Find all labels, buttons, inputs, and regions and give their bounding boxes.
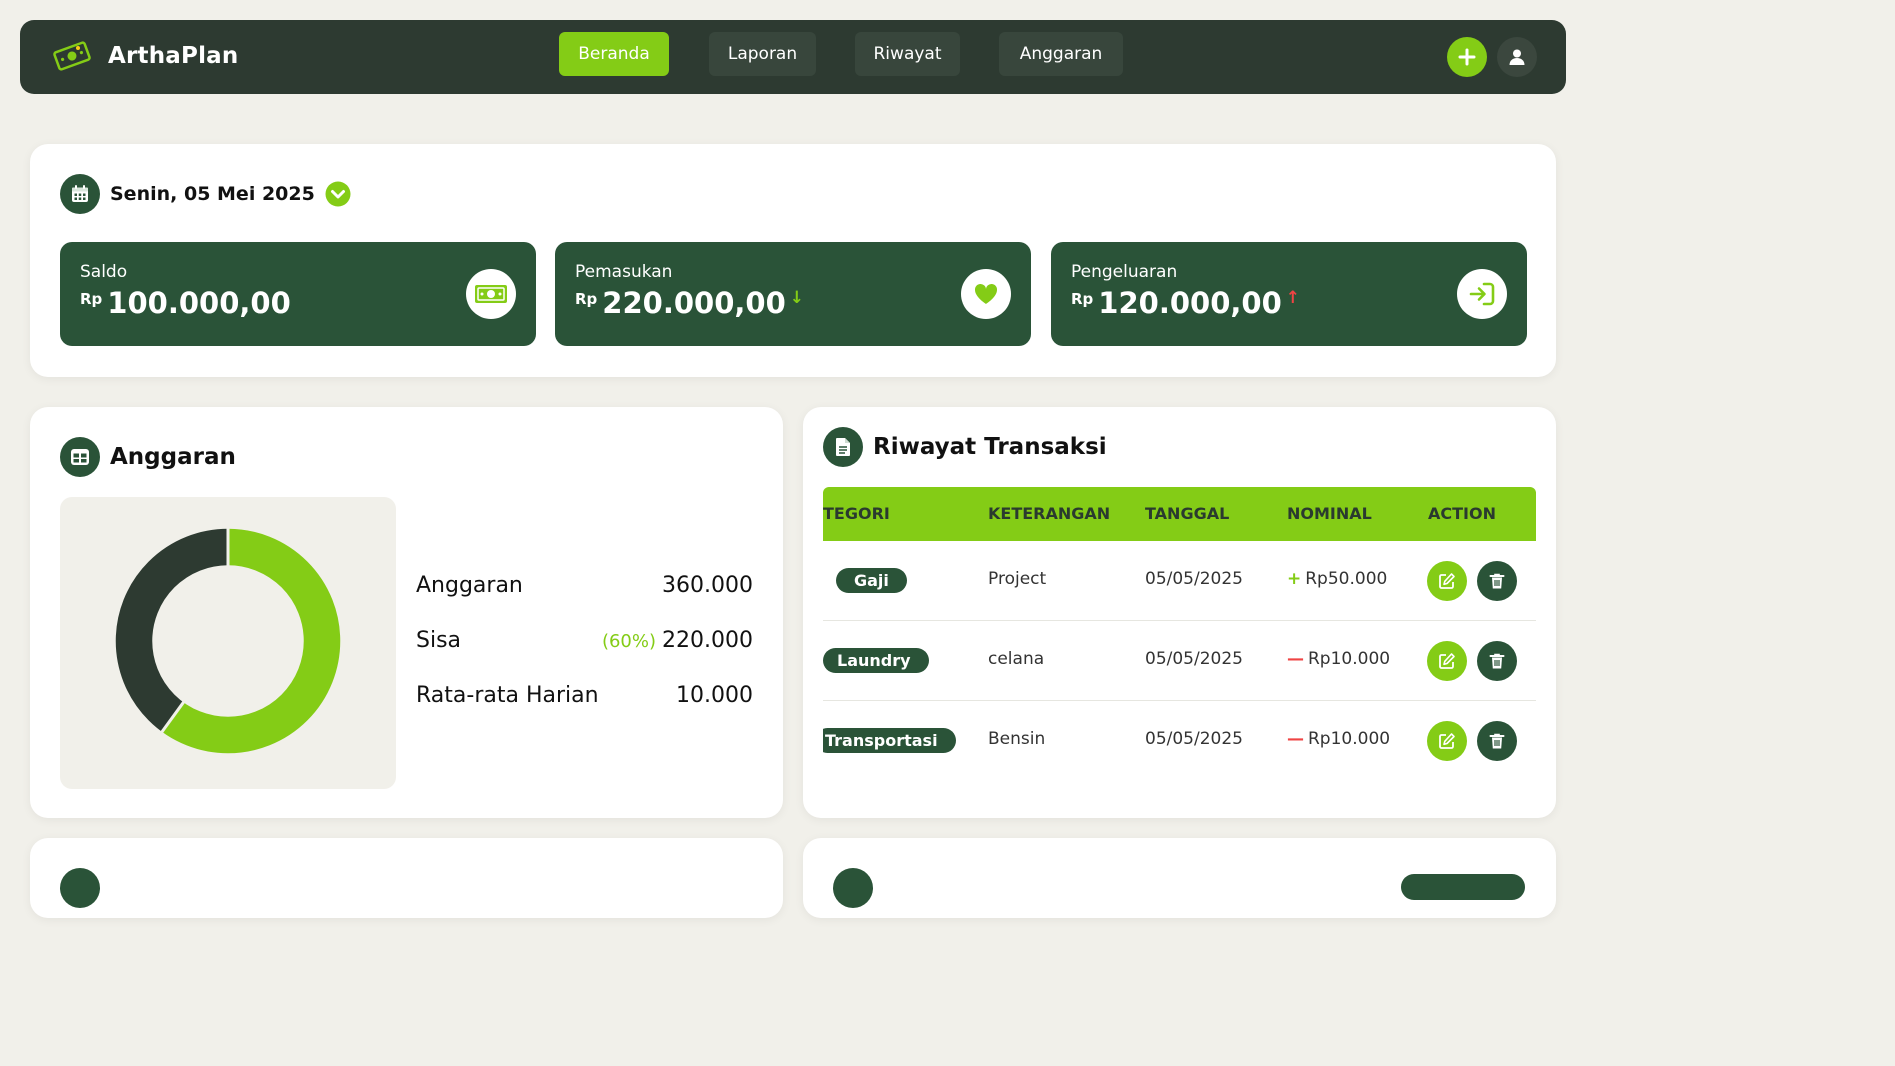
edit-button[interactable] bbox=[1427, 561, 1467, 601]
date-selector[interactable]: Senin, 05 Mei 2025 bbox=[60, 174, 351, 214]
summary-card: Senin, 05 Mei 2025 Saldo Rp 100.000,00 P… bbox=[30, 144, 1556, 377]
row-date: 05/05/2025 bbox=[1145, 569, 1243, 589]
trash-icon bbox=[1489, 733, 1505, 749]
heart-icon bbox=[961, 269, 1011, 319]
user-icon bbox=[1509, 49, 1525, 65]
budget-daily-row: Rata-rata Harian 10.000 bbox=[416, 683, 753, 708]
current-date: Senin, 05 Mei 2025 bbox=[110, 183, 315, 205]
edit-button[interactable] bbox=[1427, 721, 1467, 761]
row-amount: Rp10.000 bbox=[1308, 729, 1391, 749]
budget-title: Anggaran bbox=[110, 444, 236, 470]
row-amount: Rp50.000 bbox=[1305, 569, 1388, 589]
edit-icon bbox=[1439, 573, 1455, 589]
table-icon bbox=[60, 437, 100, 477]
row-description: Project bbox=[988, 569, 1047, 589]
tab-riwayat[interactable]: Riwayat bbox=[855, 32, 960, 76]
sign-in-icon bbox=[1457, 269, 1507, 319]
expense-value: 120.000,00 bbox=[1098, 286, 1282, 320]
app-name: ArthaPlan bbox=[108, 43, 239, 69]
budget-remaining-label: Sisa bbox=[416, 628, 462, 653]
trash-icon bbox=[1489, 573, 1505, 589]
row-description: Bensin bbox=[988, 729, 1046, 749]
income-label: Pemasukan bbox=[575, 262, 673, 282]
transactions-card: Riwayat Transaksi TEGORI KETERANGAN TANG… bbox=[803, 407, 1556, 818]
budget-total-label: Anggaran bbox=[416, 573, 523, 598]
row-date: 05/05/2025 bbox=[1145, 649, 1243, 669]
view-all-button[interactable] bbox=[1401, 874, 1525, 900]
arrow-down-icon: ↓ bbox=[789, 288, 805, 308]
col-action: ACTION bbox=[1428, 504, 1496, 523]
balance-card: Saldo Rp 100.000,00 bbox=[60, 242, 536, 346]
table-header: TEGORI KETERANGAN TANGGAL NOMINAL ACTION bbox=[823, 487, 1536, 541]
currency-label: Rp bbox=[80, 290, 103, 308]
row-description: celana bbox=[988, 649, 1045, 669]
budget-header: Anggaran bbox=[60, 437, 236, 477]
document-icon bbox=[823, 427, 863, 467]
income-card: Pemasukan Rp 220.000,00 ↓ bbox=[555, 242, 1031, 346]
chart-pie-icon bbox=[60, 868, 100, 908]
chevron-down-circle-icon[interactable] bbox=[325, 181, 351, 207]
edit-icon bbox=[1439, 733, 1455, 749]
budget-remaining-percent: (60%) bbox=[601, 631, 657, 652]
budget-total-value: 360.000 bbox=[662, 573, 753, 598]
income-value: 220.000,00 bbox=[602, 286, 786, 320]
row-amount: Rp10.000 bbox=[1308, 649, 1391, 669]
transactions-header: Riwayat Transaksi bbox=[823, 427, 1107, 467]
money-icon bbox=[466, 269, 516, 319]
budget-total-row: Anggaran 360.000 bbox=[416, 573, 753, 598]
category-badge: Transportasi bbox=[823, 728, 956, 753]
tab-laporan[interactable]: Laporan bbox=[709, 32, 816, 76]
expense-sign-icon: — bbox=[1287, 729, 1304, 749]
budget-donut-chart bbox=[60, 497, 396, 789]
tab-anggaran[interactable]: Anggaran bbox=[999, 32, 1123, 76]
upcoming-card-partial bbox=[803, 838, 1556, 918]
category-badge: Gaji bbox=[836, 568, 907, 593]
top-navbar: ArthaPlan Beranda Laporan Riwayat Anggar… bbox=[20, 20, 1566, 94]
currency-label: Rp bbox=[575, 290, 598, 308]
clock-icon bbox=[833, 868, 873, 908]
balance-value: 100.000,00 bbox=[107, 286, 291, 320]
delete-button[interactable] bbox=[1477, 721, 1517, 761]
table-row: Laundry celana 05/05/2025 — Rp10.000 bbox=[823, 621, 1536, 701]
arrow-up-icon: ↑ bbox=[1285, 288, 1301, 308]
col-tanggal[interactable]: TANGGAL bbox=[1145, 504, 1229, 523]
add-transaction-button[interactable] bbox=[1447, 37, 1487, 77]
col-nominal[interactable]: NOMINAL bbox=[1287, 504, 1372, 523]
budget-remaining-row: Sisa (60%) 220.000 bbox=[416, 628, 753, 653]
budget-daily-label: Rata-rata Harian bbox=[416, 683, 599, 708]
expense-card: Pengeluaran Rp 120.000,00 ↑ bbox=[1051, 242, 1527, 346]
trash-icon bbox=[1489, 653, 1505, 669]
edit-button[interactable] bbox=[1427, 641, 1467, 681]
delete-button[interactable] bbox=[1477, 641, 1517, 681]
expense-label: Pengeluaran bbox=[1071, 262, 1178, 282]
edit-icon bbox=[1439, 653, 1455, 669]
tab-beranda[interactable]: Beranda bbox=[559, 32, 669, 76]
currency-label: Rp bbox=[1071, 290, 1094, 308]
transactions-title: Riwayat Transaksi bbox=[873, 434, 1107, 460]
profile-button[interactable] bbox=[1497, 37, 1537, 77]
col-keterangan[interactable]: KETERANGAN bbox=[988, 504, 1110, 523]
budget-card: Anggaran Anggaran 360.000 Sisa (60%) 220.… bbox=[30, 407, 783, 818]
calendar-icon bbox=[60, 174, 100, 214]
delete-button[interactable] bbox=[1477, 561, 1517, 601]
income-sign-icon: + bbox=[1287, 569, 1302, 589]
table-row: Transportasi Bensin 05/05/2025 — Rp10.000 bbox=[823, 701, 1536, 781]
report-card-partial bbox=[30, 838, 783, 918]
balance-label: Saldo bbox=[80, 262, 128, 282]
budget-remaining-value: 220.000 bbox=[662, 628, 753, 653]
money-logo-icon bbox=[53, 41, 91, 71]
plus-icon bbox=[1458, 48, 1476, 66]
brand[interactable]: ArthaPlan bbox=[52, 38, 238, 74]
expense-sign-icon: — bbox=[1287, 649, 1304, 669]
budget-daily-value: 10.000 bbox=[676, 683, 753, 708]
table-row: Gaji Project 05/05/2025 + Rp50.000 bbox=[823, 541, 1536, 621]
category-badge: Laundry bbox=[823, 648, 929, 673]
col-kategori[interactable]: TEGORI bbox=[823, 504, 890, 523]
row-date: 05/05/2025 bbox=[1145, 729, 1243, 749]
